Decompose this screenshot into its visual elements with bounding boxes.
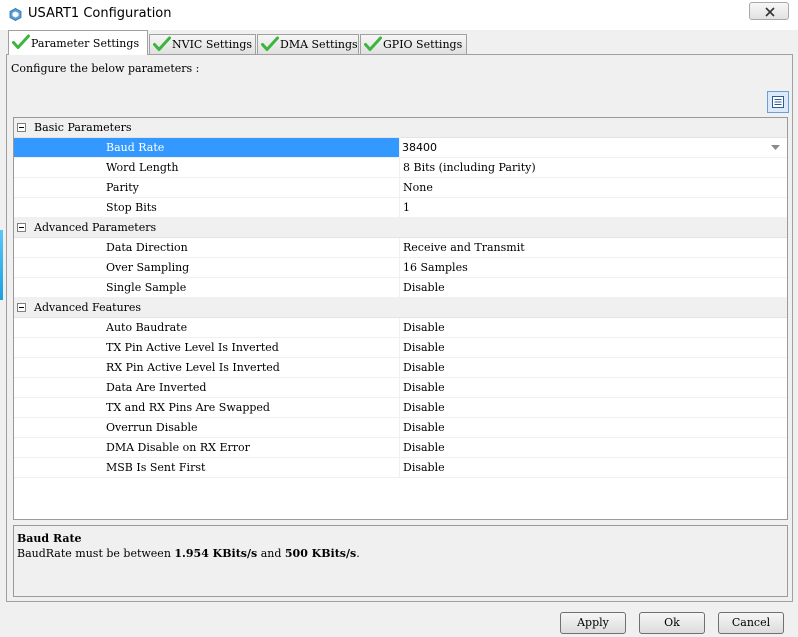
param-row-over-sampling[interactable]: Over Sampling 16 Samples xyxy=(14,258,787,278)
param-name-cell: Data Are Inverted xyxy=(106,381,207,394)
param-name-cell: TX Pin Active Level Is Inverted xyxy=(106,341,279,354)
param-value-cell[interactable]: Disable xyxy=(399,378,787,397)
param-row-stop-bits[interactable]: Stop Bits 1 xyxy=(14,198,787,218)
baud-rate-value[interactable]: 38400 xyxy=(402,141,437,154)
tab-dma-settings[interactable]: DMA Settings xyxy=(257,34,359,54)
intro-text: Configure the below parameters : xyxy=(11,62,200,75)
param-value-cell[interactable]: Disable xyxy=(399,418,787,437)
param-row-auto-baudrate[interactable]: Auto Baudrate Disable xyxy=(14,318,787,338)
param-value-cell[interactable]: None xyxy=(399,178,787,197)
param-row-pins-swapped[interactable]: TX and RX Pins Are Swapped Disable xyxy=(14,398,787,418)
param-row-data-direction[interactable]: Data Direction Receive and Transmit xyxy=(14,238,787,258)
collapse-icon[interactable] xyxy=(17,223,26,232)
param-value-cell[interactable]: Disable xyxy=(399,458,787,477)
tab-gpio-settings[interactable]: GPIO Settings xyxy=(360,34,467,54)
param-value-cell[interactable]: 1 xyxy=(399,198,787,217)
param-row-tx-pin-inverted[interactable]: TX Pin Active Level Is Inverted Disable xyxy=(14,338,787,358)
collapse-icon[interactable] xyxy=(17,303,26,312)
chevron-down-icon[interactable] xyxy=(771,145,780,150)
param-name-cell: Overrun Disable xyxy=(106,421,198,434)
list-view-button[interactable] xyxy=(767,91,789,113)
ok-button[interactable]: Ok xyxy=(639,612,705,634)
param-value-cell[interactable]: 16 Samples xyxy=(399,258,787,277)
param-value-cell[interactable]: Disable xyxy=(399,438,787,457)
window-title: USART1 Configuration xyxy=(28,6,172,21)
check-icon xyxy=(261,36,279,51)
param-name-cell: MSB Is Sent First xyxy=(106,461,206,474)
param-row-baud-rate[interactable]: Baud Rate 38400 xyxy=(14,138,787,158)
param-name-cell: Word Length xyxy=(106,161,179,174)
group-advanced-parameters[interactable]: Advanced Parameters xyxy=(14,218,787,238)
param-row-msb-first[interactable]: MSB Is Sent First Disable xyxy=(14,458,787,478)
description-title: Baud Rate xyxy=(17,532,82,545)
param-name-cell: RX Pin Active Level Is Inverted xyxy=(106,361,280,374)
param-row-dma-disable-rx-error[interactable]: DMA Disable on RX Error Disable xyxy=(14,438,787,458)
param-value-cell[interactable]: Receive and Transmit xyxy=(399,238,787,257)
description-text: BaudRate must be between 1.954 KBits/s a… xyxy=(17,547,360,560)
param-value-cell[interactable]: Disable xyxy=(399,278,787,297)
param-value-cell[interactable]: 8 Bits (including Parity) xyxy=(399,158,787,177)
param-value-cell[interactable]: Disable xyxy=(399,318,787,337)
param-name-cell: Parity xyxy=(106,181,139,194)
param-name-cell: Over Sampling xyxy=(106,261,190,274)
check-icon xyxy=(364,36,382,51)
tab-nvic-settings[interactable]: NVIC Settings xyxy=(149,34,256,54)
param-row-overrun-disable[interactable]: Overrun Disable Disable xyxy=(14,418,787,438)
cancel-button[interactable]: Cancel xyxy=(718,612,784,634)
param-value-cell[interactable]: Disable xyxy=(399,338,787,357)
check-icon xyxy=(153,36,171,51)
tab-parameter-settings[interactable]: Parameter Settings xyxy=(8,30,148,55)
param-row-word-length[interactable]: Word Length 8 Bits (including Parity) xyxy=(14,158,787,178)
description-panel: Baud Rate BaudRate must be between 1.954… xyxy=(13,525,788,597)
param-row-single-sample[interactable]: Single Sample Disable xyxy=(14,278,787,298)
collapse-icon[interactable] xyxy=(17,123,26,132)
param-name-cell: TX and RX Pins Are Swapped xyxy=(106,401,270,414)
min-baud-value: 1.954 KBits/s xyxy=(174,547,258,560)
param-name-cell: Baud Rate xyxy=(14,138,399,157)
title-bar: USART1 Configuration xyxy=(0,0,798,30)
list-view-icon xyxy=(772,96,784,108)
close-button[interactable] xyxy=(749,2,789,20)
param-name-cell: Single Sample xyxy=(106,281,187,294)
param-name-cell: Stop Bits xyxy=(106,201,157,214)
param-value-cell[interactable]: 38400 xyxy=(399,138,787,157)
param-row-data-inverted[interactable]: Data Are Inverted Disable xyxy=(14,378,787,398)
param-value-cell[interactable]: Disable xyxy=(399,398,787,417)
param-name-cell: Auto Baudrate xyxy=(106,321,188,334)
close-icon xyxy=(765,7,775,17)
app-icon xyxy=(9,8,22,21)
param-name-cell: Data Direction xyxy=(106,241,188,254)
parameter-settings-panel: Configure the below parameters : Basic P… xyxy=(6,54,793,602)
check-icon xyxy=(12,34,30,49)
group-basic-parameters[interactable]: Basic Parameters xyxy=(14,118,787,138)
usart1-configuration-dialog: USART1 Configuration Parameter Settings … xyxy=(0,0,798,637)
max-baud-value: 500 KBits/s xyxy=(284,547,357,560)
param-row-rx-pin-inverted[interactable]: RX Pin Active Level Is Inverted Disable xyxy=(14,358,787,378)
param-name-cell: DMA Disable on RX Error xyxy=(106,441,250,454)
parameter-grid: Basic Parameters Baud Rate 38400 Word Le… xyxy=(13,117,788,520)
tab-strip: Parameter Settings NVIC Settings DMA Set… xyxy=(0,30,798,55)
group-advanced-features[interactable]: Advanced Features xyxy=(14,298,787,318)
background-window-edge xyxy=(0,230,3,300)
param-row-parity[interactable]: Parity None xyxy=(14,178,787,198)
param-value-cell[interactable]: Disable xyxy=(399,358,787,377)
apply-button[interactable]: Apply xyxy=(560,612,626,634)
